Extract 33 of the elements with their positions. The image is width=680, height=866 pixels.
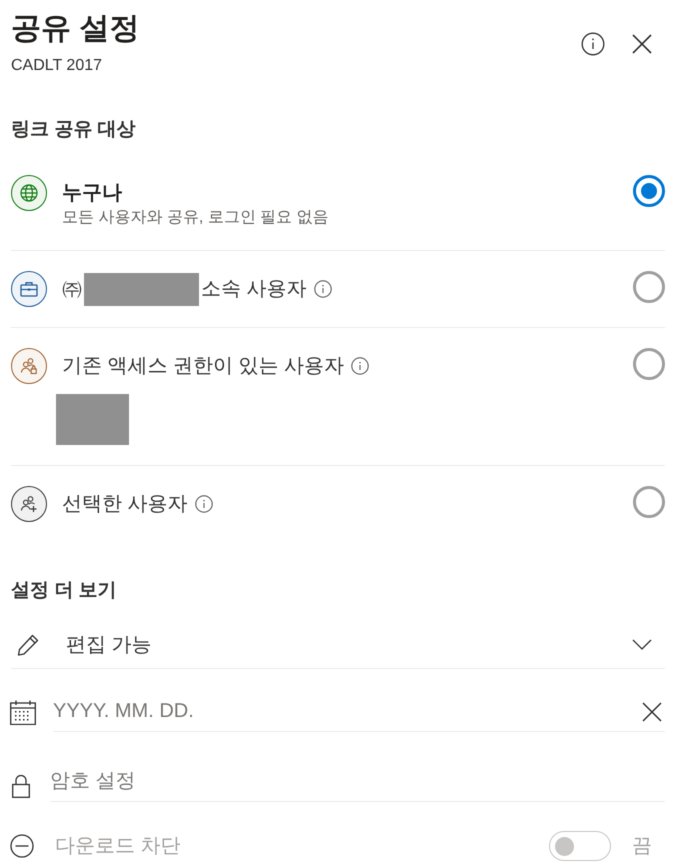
close-button[interactable] xyxy=(632,34,652,54)
panel-title: 공유 설정 xyxy=(11,11,140,47)
info-icon[interactable] xyxy=(314,280,332,298)
radio-button[interactable] xyxy=(633,175,665,207)
lock-icon xyxy=(12,774,30,798)
radio-button[interactable] xyxy=(633,348,665,380)
section-heading: 링크 공유 대상 xyxy=(11,118,137,142)
option-label: 기존 액세스 권한이 있는 사용자 xyxy=(62,354,344,379)
calendar-icon xyxy=(10,700,36,724)
chevron-down-icon xyxy=(632,639,652,650)
pencil-icon xyxy=(17,634,39,656)
option-description: 모든 사용자와 공유, 로그인 필요 없음 xyxy=(62,208,330,228)
toggle-state-label: 끔 xyxy=(632,834,652,859)
date-field[interactable]: YYYY. MM. DD. xyxy=(53,692,665,732)
info-icon xyxy=(581,32,605,56)
option-label: 소속 사용자 xyxy=(201,277,307,302)
minus-circle-icon xyxy=(10,834,34,858)
section-heading: 설정 더 보기 xyxy=(11,579,118,603)
info-icon[interactable] xyxy=(194,495,213,513)
password-field[interactable]: 암호 설정 xyxy=(50,762,665,802)
clear-button[interactable] xyxy=(642,702,662,722)
option-label: 선택한 사용자 xyxy=(62,492,188,517)
radio-button[interactable] xyxy=(633,486,665,518)
close-icon xyxy=(632,34,652,54)
download-label: 다운로드 차단 xyxy=(55,834,182,859)
permission-dropdown[interactable]: 편집 가능 xyxy=(11,621,665,669)
radio-button[interactable] xyxy=(633,271,665,303)
close-icon xyxy=(642,702,662,722)
option-label: ㈜ xyxy=(62,277,82,302)
info-button[interactable] xyxy=(581,32,605,56)
subtitle: CADLT 2017 xyxy=(11,56,104,76)
info-icon[interactable] xyxy=(351,357,370,375)
option-label: 누구나 xyxy=(62,181,122,206)
